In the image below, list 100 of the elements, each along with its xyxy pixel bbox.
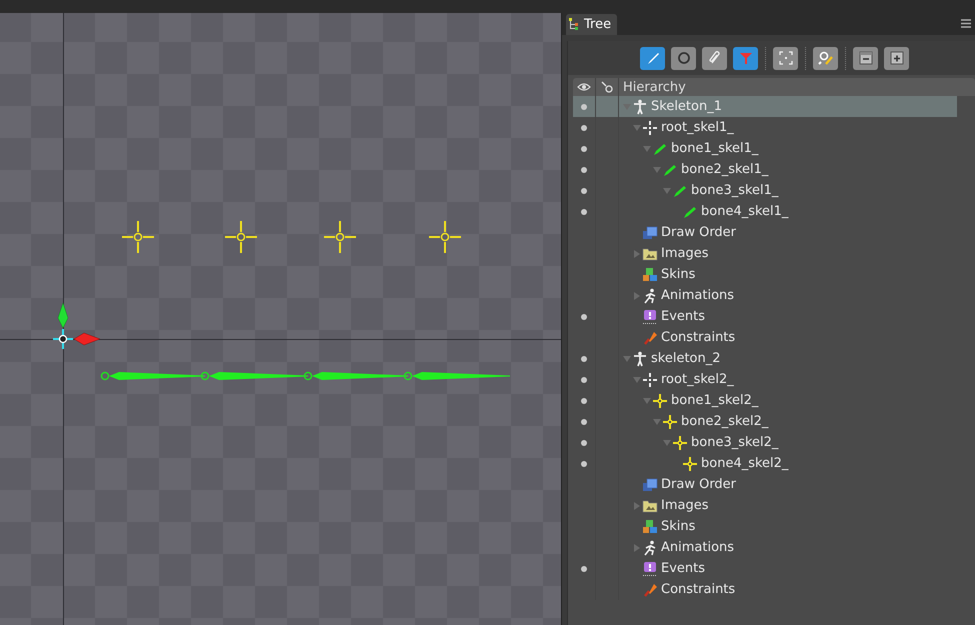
running-figure-icon [642, 540, 658, 556]
tree-item-label[interactable]: Animations [658, 540, 734, 555]
toolbar-button[interactable] [702, 46, 727, 70]
filter-icon [738, 50, 754, 66]
collapse-icon [858, 50, 874, 66]
visibility-dot[interactable] [581, 398, 587, 404]
tree-row[interactable]: bone3_skel1_ [573, 180, 957, 201]
tree-item-label[interactable]: root_skel2_ [658, 372, 734, 387]
tree-row[interactable]: Animations [573, 285, 957, 306]
paperclip-icon [706, 50, 722, 66]
tree-item-label[interactable]: Draw Order [658, 225, 736, 240]
crosshair-icon [642, 120, 658, 136]
tree-icon [569, 18, 581, 31]
tree-item-label[interactable]: Images [658, 498, 708, 513]
tree-item-label[interactable]: Images [658, 246, 708, 261]
tree-item-label[interactable]: bone1_skel1_ [668, 141, 758, 156]
visibility-dot[interactable] [581, 376, 587, 382]
tree-row[interactable]: bone2_skel2_ [573, 411, 957, 432]
tree-row[interactable]: bone4_skel1_ [573, 201, 957, 222]
visibility-dot[interactable] [581, 314, 587, 320]
visibility-dot[interactable] [581, 440, 587, 446]
toolbar-button[interactable] [773, 46, 798, 70]
menu-icon[interactable] [961, 18, 971, 28]
tree-item-label[interactable]: bone2_skel2_ [678, 414, 768, 429]
tree-item-label[interactable]: root_skel1_ [658, 120, 734, 135]
search-icon [818, 50, 834, 66]
tree-item-label[interactable]: bone3_skel2_ [688, 435, 778, 450]
bone-shape[interactable] [304, 372, 408, 380]
circle-icon [676, 50, 692, 66]
crosshair-icon [642, 372, 658, 388]
tree-item-label[interactable]: bone4_skel2_ [698, 456, 788, 471]
point-marker-icon[interactable] [428, 220, 462, 254]
tree-row[interactable]: bone2_skel1_ [573, 159, 957, 180]
eye-icon[interactable] [577, 82, 591, 92]
visibility-dot[interactable] [581, 356, 587, 362]
tree-row[interactable]: Draw Order [573, 222, 957, 243]
tree-tab[interactable]: Tree [566, 14, 618, 35]
tree-row[interactable]: Constraints [573, 327, 957, 348]
cubes-icon [642, 266, 658, 282]
toolbar-button[interactable] [640, 46, 665, 70]
tree-row[interactable]: Skins [573, 264, 957, 285]
visibility-dot[interactable] [581, 460, 587, 466]
bone-shape[interactable] [404, 372, 510, 380]
layers-icon [642, 224, 658, 240]
cubes-icon [642, 518, 658, 534]
tree-item-label[interactable]: Skins [658, 519, 696, 534]
point-marker-icon[interactable] [224, 220, 258, 254]
visibility-dot[interactable] [581, 566, 587, 572]
tree-row[interactable]: Skins [573, 516, 957, 537]
tree-item-label[interactable]: Skins [658, 267, 696, 282]
tree-row[interactable]: Events [573, 558, 957, 579]
selected-row[interactable]: Skeleton_1 [573, 96, 957, 117]
tree-row[interactable]: root_skel2_ [573, 369, 957, 390]
tree-item-label[interactable]: bone3_skel1_ [688, 183, 778, 198]
tree-row[interactable]: bone3_skel2_ [573, 432, 957, 453]
crosshair-icon [682, 456, 698, 472]
pin-icon [642, 330, 658, 346]
tree-item-label[interactable]: Animations [658, 288, 734, 303]
bone-link-icon[interactable] [601, 81, 613, 93]
tree-item-label[interactable]: Events [658, 309, 706, 324]
point-marker-icon[interactable] [323, 220, 357, 254]
visibility-dot[interactable] [581, 146, 587, 152]
expand-icon [888, 50, 904, 66]
visibility-dot[interactable] [581, 418, 587, 424]
toolbar-button[interactable] [813, 46, 838, 70]
tree-item-label[interactable]: skeleton_2 [648, 351, 721, 366]
folder-icon [642, 246, 658, 262]
visibility-dot[interactable] [581, 166, 587, 172]
tree-row[interactable]: Constraints [573, 579, 957, 600]
tree-row[interactable]: Images [573, 243, 957, 264]
tree-item-label[interactable]: Draw Order [658, 477, 736, 492]
visibility-dot[interactable] [581, 124, 587, 130]
bone-shape[interactable] [100, 372, 205, 380]
visibility-dot[interactable] [581, 104, 587, 110]
tree-item-label[interactable]: bone4_skel1_ [698, 204, 788, 219]
tree-row[interactable]: Events [573, 306, 957, 327]
figure-icon [632, 98, 648, 114]
tree-item-label[interactable]: bone2_skel1_ [678, 162, 768, 177]
transform-gizmo-icon[interactable] [52, 302, 100, 350]
bone-shape[interactable] [200, 372, 308, 380]
tree-row[interactable]: bone1_skel1_ [573, 138, 957, 159]
tree-row[interactable]: root_skel1_ [573, 117, 957, 138]
tree-item-label[interactable]: bone1_skel2_ [668, 393, 758, 408]
tree-row[interactable]: skeleton_2 [573, 348, 957, 369]
tree-row[interactable]: bone4_skel2_ [573, 453, 957, 474]
tree-item-label[interactable]: Skeleton_1 [648, 99, 722, 114]
tree-row[interactable]: Images [573, 495, 957, 516]
visibility-dot[interactable] [581, 208, 587, 214]
tree-row[interactable]: Draw Order [573, 474, 957, 495]
visibility-dot[interactable] [581, 188, 587, 194]
tree-item-label[interactable]: Constraints [658, 582, 736, 597]
tree-item-label[interactable]: Constraints [658, 330, 736, 345]
toolbar-button[interactable] [884, 46, 909, 70]
tree-item-label[interactable]: Events [658, 561, 706, 576]
tree-row[interactable]: bone1_skel2_ [573, 390, 957, 411]
folder-icon [642, 498, 658, 514]
event-flag-icon [642, 560, 658, 576]
toolbar-button[interactable] [853, 46, 878, 70]
tree-row[interactable]: Animations [573, 537, 957, 558]
point-marker-icon[interactable] [121, 220, 155, 254]
